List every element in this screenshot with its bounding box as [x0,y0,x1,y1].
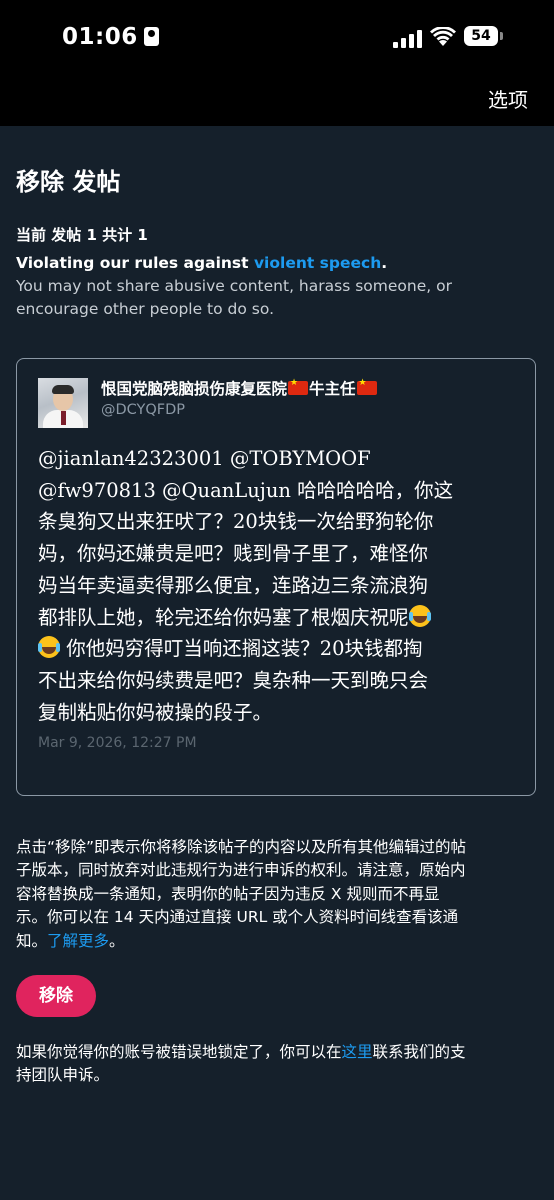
status-time-text: 01:06 [62,24,138,50]
post-body-line: 复制粘贴你妈被操的段子。 [38,700,273,724]
post-body-line: 妈，你妈还嫌贵是吧？贱到骨子里了，难怪你 [38,542,429,566]
appeal-text: 如果你觉得你的账号被错误地锁定了，你可以在这里联系我们的支 持团队申诉。 [16,1041,544,1088]
avatar[interactable] [38,378,88,428]
post-body-line: 不出来给你妈续费是吧？臭杂种一天到晚只会 [38,668,429,692]
appeal-suffix: 联系我们的支 [372,1043,466,1061]
options-button[interactable]: 选项 [488,84,528,113]
post-body-line: @fw970813 @QuanLujun 哈哈哈哈哈，你这 [38,478,454,502]
post-body-line: 你他妈穷得叮当响还搁这装？20块钱都掏 [60,637,423,661]
appeal-prefix: 如果你觉得你的账号被错误地锁定了，你可以在 [16,1043,342,1061]
remove-button[interactable]: 移除 [16,975,96,1017]
post-body: @jianlan42323001 @TOBYMOOF @fw970813 @Qu… [38,443,520,728]
notice-end: 。 [109,931,125,950]
removal-notice: 点击“移除”即表示你将移除该帖子的内容以及所有其他编辑过的帖 子版本，同时放弃对… [16,836,544,953]
author-name-part2: 牛主任 [309,380,356,398]
signal-icon [393,30,423,48]
id-card-icon [143,27,159,46]
appeal-here-link[interactable]: 这里 [342,1043,373,1061]
notice-last-line: 知。了解更多。 [16,930,544,953]
status-bar: 01:06 54 [0,0,554,74]
status-time: 01:06 [62,24,159,50]
rule-suffix: . [381,254,388,272]
page-title: 移除 发帖 [16,168,121,196]
notice-line: 点击“移除”即表示你将移除该帖子的内容以及所有其他编辑过的帖 [16,838,467,856]
post-body-line-emoji: 你他妈穷得叮当响还搁这装？20块钱都掏 [38,633,520,665]
rule-description-line: You may not share abusive content, haras… [16,277,452,295]
tears-of-joy-emoji [38,636,60,659]
top-nav: 选项 [0,74,554,126]
violent-speech-link[interactable]: violent speech [254,254,381,272]
author-name-part1: 恨国党脑残脑损伤康复医院 [101,380,288,398]
post-body-line: 都排队上她，轮完还给你妈塞了根烟庆祝呢 [38,605,409,629]
appeal-line-2: 持团队申诉。 [16,1066,110,1085]
post-body-line-emoji: 都排队上她，轮完还给你妈塞了根烟庆祝呢 [38,602,520,634]
post-card: 恨国党脑残脑损伤康复医院 牛主任 @DCYQFDP @jianlan4232300… [16,358,536,796]
post-body-line: 妈当年卖逼卖得那么便宜，连路边三条流浪狗 [38,573,429,597]
rule-prefix: Violating our rules against [16,254,254,272]
notice-line: 示。你可以在 14 天内通过直接 URL 或个人资料时间线查看该通 [16,908,459,927]
post-timestamp: Mar 9, 2026, 12:27 PM [38,735,197,751]
battery-icon: 54 [464,26,503,46]
china-flag-icon [288,378,309,395]
appeal-line-1: 如果你觉得你的账号被错误地锁定了，你可以在这里联系我们的支 [16,1041,544,1064]
wifi-icon [430,27,456,46]
author-name: 恨国党脑残脑损伤康复医院 牛主任 [101,377,378,399]
notice-line: 子版本，同时放弃对此违规行为进行申诉的权利。请注意，原始内 [16,861,466,880]
learn-more-link[interactable]: 了解更多 [47,932,109,950]
notice-line: 知。 [16,931,48,950]
violation-rule: Violating our rules against violent spee… [16,252,536,321]
post-count-label: 当前 发帖 1 共计 1 [16,226,148,244]
rule-description-line: encourage other people to do so. [16,300,274,318]
post-body-line: 条臭狗又出来狂吠了？20块钱一次给野狗轮你 [38,510,434,534]
china-flag-icon [356,378,377,395]
post-body-line: @jianlan42323001 @TOBYMOOF [38,447,371,470]
tears-of-joy-emoji [408,604,431,627]
notice-line: 容将替换成一条通知，表明你的帖子因为违反 X 规则而不再显 [16,884,440,903]
author-handle: @DCYQFDP [101,402,186,418]
battery-level: 54 [471,28,491,44]
